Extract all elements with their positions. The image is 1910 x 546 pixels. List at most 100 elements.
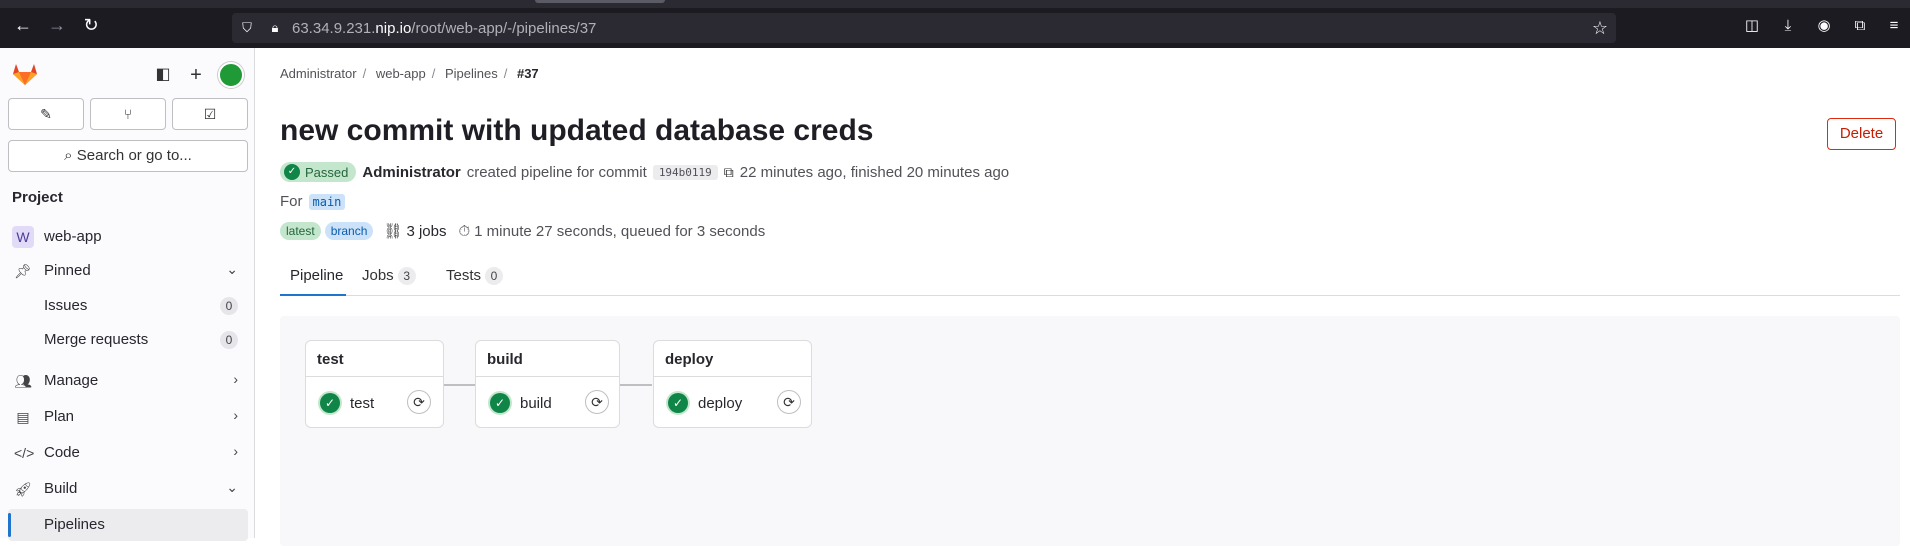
- commit-sha[interactable]: 194b0119: [652, 164, 718, 180]
- chevron-right-icon: ›: [233, 371, 238, 387]
- pocket-icon[interactable]: ◫: [1742, 16, 1762, 36]
- stage-name: test: [306, 341, 443, 377]
- merge-requests-count-badge: 0: [220, 331, 238, 349]
- job-item[interactable]: ✓ build: [490, 391, 552, 415]
- retry-icon[interactable]: ⟳: [407, 390, 431, 414]
- stage-column: test ✓ test ⟳: [305, 340, 444, 428]
- job-name[interactable]: deploy: [698, 395, 742, 412]
- sidebar: ◧ + ✎ ⑂ ☑ ⌕ Search or go to... Project W…: [0, 48, 255, 541]
- sidebar-item-label: Build: [44, 480, 78, 497]
- sidebar-item-pinned[interactable]: 📌︎ Pinned ⌄: [8, 255, 248, 287]
- branch-badge: branch: [324, 222, 374, 240]
- jobs-count: 3 jobs: [406, 222, 447, 240]
- pin-icon: 📌︎: [14, 263, 32, 279]
- job-name[interactable]: build: [520, 395, 552, 412]
- breadcrumb-separator: /: [431, 66, 436, 81]
- sidebar-item-label: Issues: [44, 297, 88, 314]
- reload-icon[interactable]: ↻: [80, 14, 102, 36]
- sidebar-shortcuts: ✎ ⑂ ☑: [8, 98, 248, 130]
- breadcrumb-item[interactable]: Pipelines: [445, 66, 498, 81]
- tab-count: 3: [397, 267, 416, 285]
- back-icon[interactable]: ←: [12, 14, 34, 36]
- url-text[interactable]: 63.34.9.231.nip.io/root/web-app/-/pipeli…: [292, 20, 596, 37]
- search-icon: ⌕: [64, 147, 77, 164]
- branch-ref[interactable]: main: [308, 193, 346, 210]
- status-success-icon: ✓: [284, 164, 300, 180]
- project-avatar: W: [12, 226, 34, 248]
- tab-label: Pipeline: [290, 267, 344, 284]
- pipeline-graph: test ✓ test ⟳ build ✓ build ⟳ deploy ✓ d…: [280, 316, 1900, 546]
- pipeline-tabs: Pipeline Jobs 3 Tests 0: [280, 256, 1900, 296]
- tab-count: 0: [485, 267, 504, 285]
- copy-icon[interactable]: ⧉: [724, 164, 734, 181]
- job-success-icon: ✓: [668, 393, 688, 413]
- menu-icon[interactable]: ≡: [1884, 16, 1904, 36]
- sidebar-item-code[interactable]: </> Code ›: [8, 437, 248, 469]
- issues-shortcut-icon[interactable]: ✎: [8, 98, 84, 130]
- chevron-down-icon: ⌄: [226, 261, 238, 277]
- chevron-down-icon: ⌄: [226, 479, 238, 495]
- pipeline-jobs-icon: ⛓: [383, 223, 403, 240]
- gitlab-logo-icon[interactable]: [12, 62, 38, 86]
- author-link[interactable]: Administrator: [362, 164, 460, 181]
- sidebar-item-project[interactable]: W web-app: [8, 221, 248, 253]
- extensions-icon[interactable]: ⧉: [1850, 16, 1870, 36]
- account-icon[interactable]: ◉: [1814, 16, 1834, 36]
- todos-shortcut-icon[interactable]: ☑: [172, 98, 248, 130]
- sidebar-item-label: Merge requests: [44, 331, 149, 348]
- sidebar-item-label: Manage: [44, 372, 99, 389]
- pipeline-meta: ✓ Passed Administrator created pipeline …: [280, 160, 1009, 184]
- merge-requests-shortcut-icon[interactable]: ⑂: [90, 98, 166, 130]
- bookmark-star-icon[interactable]: ☆: [1592, 18, 1608, 39]
- create-new-icon[interactable]: +: [185, 64, 207, 86]
- breadcrumb-item[interactable]: web-app: [376, 66, 426, 81]
- stage-name: deploy: [654, 341, 811, 377]
- pipeline-timing: 22 minutes ago, finished 20 minutes ago: [739, 163, 1010, 181]
- sidebar-item-plan[interactable]: ▤ Plan ›: [8, 401, 248, 433]
- forward-icon[interactable]: →: [46, 14, 68, 36]
- main-content: Administrator / web-app / Pipelines / #37 n…: [256, 48, 1910, 546]
- sidebar-item-pipelines[interactable]: Pipelines: [8, 509, 248, 541]
- sidebar-item-label: Pipelines: [44, 516, 105, 533]
- shield-icon[interactable]: ⛉: [238, 19, 256, 37]
- retry-icon[interactable]: ⟳: [777, 390, 801, 414]
- sidebar-item-issues[interactable]: Issues 0: [8, 290, 248, 322]
- job-success-icon: ✓: [320, 393, 340, 413]
- search-button[interactable]: ⌕ Search or go to...: [8, 140, 248, 172]
- address-bar[interactable]: ⛉ 🔒︎ 63.34.9.231.nip.io/root/web-app/-/p…: [232, 13, 1616, 43]
- for-label: For: [280, 193, 303, 210]
- user-avatar[interactable]: [218, 62, 244, 88]
- chevron-right-icon: ›: [233, 407, 238, 423]
- stage-connector: [444, 384, 475, 386]
- sidebar-item-build[interactable]: 🚀︎ Build ⌄: [8, 473, 248, 505]
- breadcrumb-item[interactable]: Administrator: [280, 66, 357, 81]
- job-name[interactable]: test: [350, 395, 374, 412]
- job-item[interactable]: ✓ deploy: [668, 391, 742, 415]
- page-title: new commit with updated database creds: [280, 114, 874, 147]
- job-success-icon: ✓: [490, 393, 510, 413]
- clock-icon: ⏱: [458, 222, 471, 240]
- status-badge[interactable]: ✓ Passed: [280, 162, 357, 182]
- chevron-right-icon: ›: [233, 443, 238, 459]
- delete-button[interactable]: Delete: [1827, 118, 1896, 150]
- breadcrumb-current[interactable]: #37: [517, 66, 539, 81]
- lock-icon[interactable]: 🔒︎: [266, 19, 284, 37]
- browser-toolbar: ← → ↻ ⛉ 🔒︎ 63.34.9.231.nip.io/root/web-a…: [0, 0, 1910, 48]
- active-tab-indicator[interactable]: [535, 0, 665, 3]
- pipeline-tags: latest branch ⛓ 3 jobs ⏱ 1 minute 27 sec…: [280, 222, 765, 240]
- download-icon[interactable]: ⤓: [1778, 16, 1798, 36]
- sidebar-item-label: Plan: [44, 408, 75, 425]
- sidebar-item-manage[interactable]: 👥︎ Manage ›: [8, 365, 248, 397]
- planning-icon: ▤: [16, 409, 30, 425]
- sidebar-toggle-icon[interactable]: ◧: [152, 64, 174, 86]
- users-icon: 👥︎: [14, 373, 32, 389]
- retry-icon[interactable]: ⟳: [585, 390, 609, 414]
- tab-pipeline[interactable]: Pipeline: [280, 256, 346, 296]
- tab-jobs[interactable]: Jobs 3: [362, 256, 416, 296]
- job-item[interactable]: ✓ test: [320, 391, 374, 415]
- search-label: Search or go to...: [76, 147, 192, 164]
- stage-connector: [620, 384, 652, 386]
- tab-tests[interactable]: Tests 0: [446, 256, 504, 296]
- issues-count-badge: 0: [220, 297, 238, 315]
- sidebar-item-merge-requests[interactable]: Merge requests 0: [8, 324, 248, 356]
